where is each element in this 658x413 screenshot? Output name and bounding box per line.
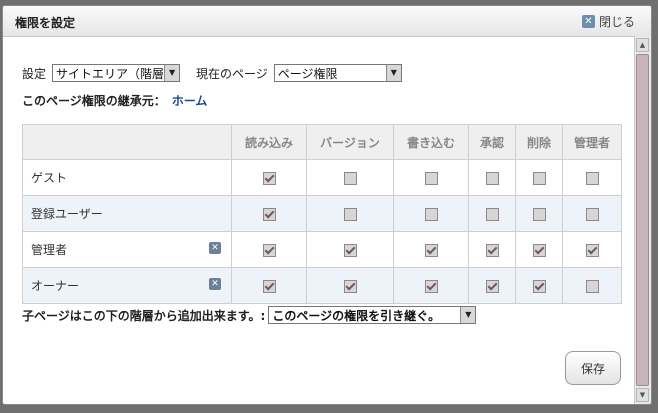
remove-role-icon[interactable]: ✕ (209, 242, 221, 254)
permission-checkbox[interactable] (485, 243, 499, 257)
permission-checkbox[interactable] (262, 171, 276, 185)
permission-checkbox[interactable] (262, 279, 276, 293)
permission-cell (306, 159, 394, 196)
permission-checkbox[interactable] (262, 243, 276, 257)
table-row: 管理者 ✕ (22, 231, 622, 268)
permission-checkbox[interactable] (485, 279, 499, 293)
subpage-label: 子ページはこの下の階層から追加出来ます。: (22, 308, 266, 323)
table-row: ゲスト (22, 159, 622, 196)
permission-cell (306, 195, 394, 232)
column-header: 管理者 (562, 124, 622, 160)
permission-cell (562, 267, 622, 304)
permission-cell (468, 267, 516, 304)
permission-checkbox[interactable] (532, 279, 546, 293)
permissions-dialog: 権限を設定 ✕ 閉じる 設定 サイトエリア（階層 ▼ 現在のページ ページ権限 … (2, 5, 652, 405)
inherit-link[interactable]: ホーム (172, 94, 208, 108)
column-header: 読み込み (231, 124, 307, 160)
permission-checkbox[interactable] (343, 279, 357, 293)
role-cell: オーナー ✕ (22, 267, 232, 304)
chevron-down-icon: ▼ (460, 307, 476, 323)
permission-cell (515, 159, 563, 196)
setting-select-value: サイトエリア（階層 (56, 66, 165, 81)
permission-checkbox[interactable] (424, 243, 438, 257)
permission-cell (393, 267, 469, 304)
permission-cell (562, 231, 622, 268)
permission-cell (562, 195, 622, 232)
permission-cell (393, 159, 469, 196)
role-label: ゲスト (31, 171, 68, 185)
inherit-label: このページ権限の継承元： (22, 94, 166, 108)
subpage-row: 子ページはこの下の階層から追加出来ます。: このページの権限を引き継ぐ。 ▼ (22, 306, 477, 324)
inherit-info: このページ権限の継承元： ホーム (22, 92, 207, 109)
close-button[interactable]: ✕ 閉じる (581, 13, 635, 30)
setting-label: 設定 (22, 66, 47, 81)
permission-checkbox[interactable] (585, 279, 599, 293)
column-header: バージョン (306, 124, 394, 160)
permission-cell (515, 267, 563, 304)
permission-cell (231, 195, 307, 232)
permission-checkbox[interactable] (424, 279, 438, 293)
permission-checkbox[interactable] (585, 171, 599, 185)
remove-role-icon[interactable]: ✕ (209, 278, 221, 290)
permission-cell (468, 195, 516, 232)
column-header: 書き込む (393, 124, 469, 160)
permission-checkbox[interactable] (585, 243, 599, 257)
table-header-row: 読み込み バージョン 書き込む 承認 削除 管理者 (22, 124, 622, 160)
save-button[interactable]: 保存 (565, 351, 621, 385)
dialog-title: 権限を設定 (15, 16, 76, 30)
role-cell: 登録ユーザー (22, 195, 232, 232)
permission-checkbox[interactable] (343, 207, 357, 221)
permission-cell (562, 159, 622, 196)
scroll-down-icon[interactable]: ▼ (636, 388, 649, 402)
permissions-table: 読み込み バージョン 書き込む 承認 削除 管理者 ゲスト 登録ユーザー 管理者 ✕ オ… (22, 124, 622, 304)
permission-checkbox[interactable] (585, 207, 599, 221)
column-header: 削除 (515, 124, 563, 160)
permission-checkbox[interactable] (424, 207, 438, 221)
subpage-select[interactable]: このページの権限を引き継ぐ。 ▼ (268, 306, 477, 324)
permission-checkbox[interactable] (485, 207, 499, 221)
subpage-select-value: このページの権限を引き継ぐ。 (272, 308, 441, 323)
table-row: 登録ユーザー (22, 195, 622, 232)
permission-checkbox[interactable] (424, 171, 438, 185)
permission-cell (393, 231, 469, 268)
permission-checkbox[interactable] (262, 207, 276, 221)
permission-checkbox[interactable] (532, 243, 546, 257)
close-label: 閉じる (598, 15, 635, 29)
scroll-thumb[interactable] (636, 54, 649, 386)
close-icon: ✕ (581, 15, 595, 28)
table-row: オーナー ✕ (22, 267, 622, 304)
permission-cell (306, 267, 394, 304)
column-header: 承認 (468, 124, 516, 160)
settings-row: 設定 サイトエリア（階層 ▼ 現在のページ ページ権限 ▼ (22, 64, 402, 82)
current-page-select-value: ページ権限 (277, 66, 338, 81)
permission-checkbox[interactable] (343, 171, 357, 185)
permission-cell (393, 195, 469, 232)
permission-cell (306, 231, 394, 268)
permission-checkbox[interactable] (532, 207, 546, 221)
role-label: 管理者 (31, 243, 68, 257)
permission-cell (231, 159, 307, 196)
dialog-titlebar: 権限を設定 ✕ 閉じる (3, 6, 651, 37)
current-page-select[interactable]: ページ権限 ▼ (273, 64, 402, 82)
role-cell: 管理者 ✕ (22, 231, 232, 268)
permission-checkbox[interactable] (485, 171, 499, 185)
setting-select[interactable]: サイトエリア（階層 ▼ (52, 64, 181, 82)
permission-cell (231, 267, 307, 304)
permission-cell (468, 231, 516, 268)
permission-checkbox[interactable] (343, 243, 357, 257)
current-page-label: 現在のページ (196, 66, 268, 81)
chevron-down-icon: ▼ (385, 65, 401, 81)
permission-cell (515, 195, 563, 232)
permission-checkbox[interactable] (532, 171, 546, 185)
permission-cell (231, 231, 307, 268)
role-column-header (22, 124, 232, 160)
role-label: 登録ユーザー (31, 207, 103, 221)
permission-cell (515, 231, 563, 268)
role-label: オーナー (31, 279, 80, 293)
role-cell: ゲスト (22, 159, 232, 196)
scroll-up-icon[interactable]: ▲ (636, 38, 649, 52)
chevron-down-icon: ▼ (164, 65, 180, 81)
permission-cell (468, 159, 516, 196)
scrollbar[interactable]: ▲ ▼ (634, 36, 651, 404)
